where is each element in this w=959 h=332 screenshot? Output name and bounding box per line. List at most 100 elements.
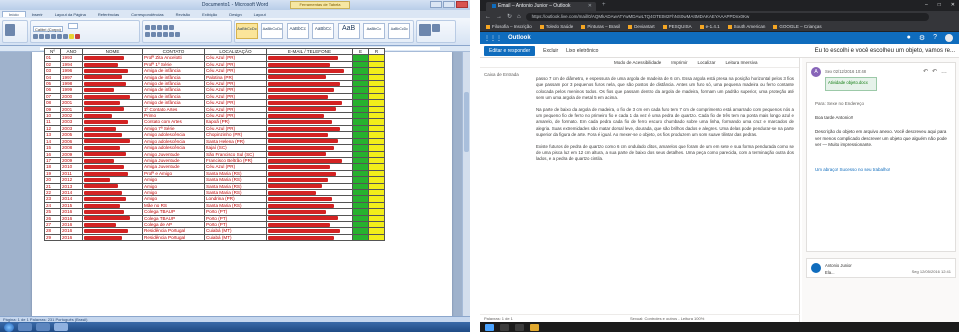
- shading-icon[interactable]: [169, 32, 174, 37]
- minimize-button[interactable]: [430, 1, 442, 8]
- tab-view[interactable]: Exibição: [196, 12, 223, 17]
- style-heading-1[interactable]: AaBbCc: [286, 23, 309, 39]
- edit-and-reply-button[interactable]: Editar e responder: [484, 45, 536, 56]
- close-button[interactable]: ✕: [951, 2, 955, 8]
- bookmark-item[interactable]: Deviantart: [628, 24, 655, 29]
- redaction-bar: [84, 101, 120, 106]
- settings-gear-icon[interactable]: ⚙: [919, 34, 925, 42]
- font-color-icon[interactable]: [75, 34, 80, 39]
- junk-button[interactable]: Lixo eletrônico: [566, 48, 598, 54]
- bookmark-item[interactable]: Toledo Saúde: [539, 24, 573, 29]
- tab-references[interactable]: Referências: [92, 12, 125, 17]
- tab-page-layout[interactable]: Layout da Página: [49, 12, 92, 17]
- redaction-bar: [268, 184, 322, 189]
- paste-icon[interactable]: [5, 24, 15, 36]
- highlight-icon[interactable]: [69, 34, 74, 39]
- justify-icon[interactable]: [163, 32, 168, 37]
- borders-icon[interactable]: [175, 32, 180, 37]
- home-icon[interactable]: ⌂: [517, 14, 521, 20]
- underline-icon[interactable]: [45, 34, 50, 39]
- italic-icon[interactable]: [39, 34, 44, 39]
- taskbar-explorer-icon[interactable]: [36, 323, 50, 331]
- find-icon[interactable]: [432, 24, 440, 32]
- tab-layout[interactable]: Layout: [248, 12, 272, 17]
- bookmark-item[interactable]: PESQUISA: [662, 24, 692, 29]
- style-subtitle[interactable]: AaBbCc: [362, 23, 385, 39]
- outlook-brand[interactable]: Outlook: [508, 35, 531, 41]
- app-launcher-icon[interactable]: ⋮⋮⋮: [484, 35, 502, 42]
- indent-icon[interactable]: [157, 25, 162, 30]
- close-button[interactable]: [456, 1, 468, 8]
- tab-design[interactable]: Design: [223, 12, 247, 17]
- print-button[interactable]: Imprimir: [671, 60, 687, 65]
- redaction-bar: [268, 158, 342, 163]
- url-field[interactable]: https://outlook.live.com/mail/0/AQMkADAw…: [525, 12, 929, 21]
- bookmark-item[interactable]: Filosofia – Inscrição: [486, 24, 532, 29]
- align-center-icon[interactable]: [151, 32, 156, 37]
- reload-icon[interactable]: ↻: [507, 13, 512, 20]
- tab-insert[interactable]: Inserir: [26, 12, 49, 17]
- align-right-icon[interactable]: [157, 32, 162, 37]
- sort-icon[interactable]: [163, 25, 168, 30]
- tab-close-icon[interactable]: ✕: [588, 2, 592, 11]
- skype-icon[interactable]: ●: [907, 34, 911, 42]
- redaction-bar: [268, 120, 332, 125]
- more-icon[interactable]: …: [941, 69, 951, 75]
- attachment-chip[interactable]: Atividade objeto.docx: [825, 77, 877, 91]
- start-orb-icon[interactable]: [4, 322, 14, 332]
- find-button[interactable]: Localizar: [698, 60, 716, 65]
- maximize-button[interactable]: [443, 1, 455, 8]
- style-no-spacing[interactable]: AaBbCcDc: [261, 23, 284, 39]
- bullets-icon[interactable]: [145, 25, 150, 30]
- style-emphasis[interactable]: AaBbCcDc: [388, 23, 411, 39]
- accessibility-mode-button[interactable]: Modo de Acessibilidade: [614, 60, 661, 65]
- style-normal[interactable]: AaBbCcDc: [236, 23, 258, 39]
- redaction-bar: [84, 197, 126, 202]
- bookmark-item[interactable]: Pinturas – Brasil: [581, 24, 620, 29]
- align-left-icon[interactable]: [145, 32, 150, 37]
- outlook-header: ⋮⋮⋮ Outlook ● ⚙ ?: [480, 32, 959, 44]
- explorer-icon[interactable]: [515, 323, 524, 331]
- back-icon[interactable]: ←: [485, 14, 491, 20]
- table-tools-tab[interactable]: Ferramentas de Tabela: [290, 1, 350, 9]
- maximize-button[interactable]: □: [938, 2, 941, 8]
- font-size-box[interactable]: [68, 23, 79, 29]
- taskbar-word-icon[interactable]: [54, 323, 68, 331]
- document-paragraph: passo 7 cm de diâmetro, e espessura de u…: [536, 76, 794, 101]
- taskbar-ie-icon[interactable]: [18, 323, 32, 331]
- browser-tab[interactable]: Email – Antonio Junior – Outlook ✕: [486, 2, 596, 11]
- windows-start-icon[interactable]: [485, 323, 494, 331]
- reply-item[interactable]: Antonio Junior Ela... Seg 12/05/2016 12:…: [806, 258, 956, 278]
- style-title[interactable]: AaB: [337, 23, 360, 39]
- bookmark-item[interactable]: GOOGLE – Crianças: [773, 24, 822, 29]
- pilcrow-icon[interactable]: [169, 25, 174, 30]
- task-view-icon[interactable]: [500, 323, 509, 331]
- forward-icon[interactable]: →: [496, 14, 502, 20]
- tab-review[interactable]: Revisão: [170, 12, 196, 17]
- bold-icon[interactable]: [33, 34, 38, 39]
- subscript-icon[interactable]: [57, 34, 62, 39]
- bookmark-item[interactable]: South American: [727, 24, 765, 29]
- strikethrough-icon[interactable]: [51, 34, 56, 39]
- change-styles-icon[interactable]: [419, 24, 431, 36]
- vertical-scrollbar[interactable]: [462, 52, 470, 322]
- new-tab-icon[interactable]: +: [602, 2, 606, 8]
- scrollbar-thumb[interactable]: [464, 92, 469, 152]
- redaction-bar: [84, 203, 120, 208]
- help-icon[interactable]: ?: [933, 34, 937, 42]
- bookmark-item[interactable]: e-1.4.1: [699, 24, 720, 29]
- reply-icon[interactable]: ↶: [923, 69, 932, 75]
- tab-home[interactable]: Início: [2, 11, 26, 17]
- reply-all-icon[interactable]: ↶: [932, 69, 941, 75]
- minimize-button[interactable]: –: [925, 2, 928, 8]
- tab-mailings[interactable]: Correspondências: [125, 12, 169, 17]
- font-name-box[interactable]: Calibri (Corpo): [33, 26, 63, 32]
- superscript-icon[interactable]: [63, 34, 68, 39]
- redaction-bar: [268, 209, 326, 214]
- chrome-icon[interactable]: [530, 323, 539, 331]
- delete-button[interactable]: Excluir: [543, 48, 558, 54]
- immersive-reader-button[interactable]: Leitura Imersiva: [726, 60, 758, 65]
- numbering-icon[interactable]: [151, 25, 156, 30]
- account-avatar[interactable]: [945, 34, 953, 42]
- style-heading-2[interactable]: AaBbCc: [312, 23, 335, 39]
